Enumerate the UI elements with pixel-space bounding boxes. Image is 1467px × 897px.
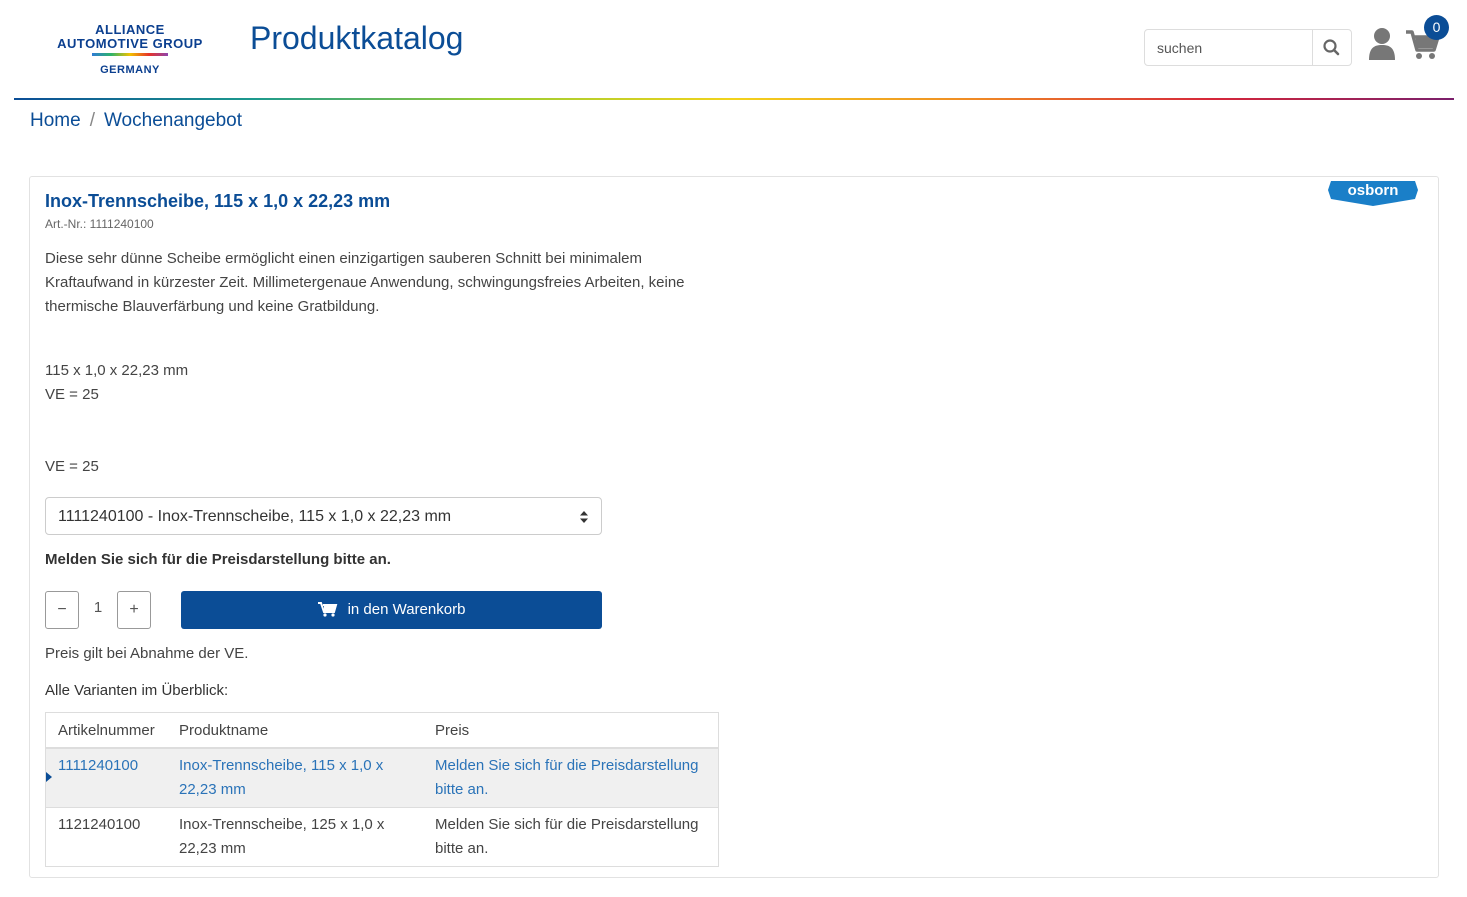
packaging-unit: VE = 25: [45, 386, 99, 403]
product-card: osborn Inox-Trennscheibe, 115 x 1,0 x 22…: [29, 176, 1439, 878]
table-cell-article-number-text: 1111240100: [58, 757, 139, 774]
header: ALLIANCE AUTOMOTIVE GROUP GERMANY Produk…: [0, 0, 1467, 100]
breadcrumb-home[interactable]: Home: [30, 110, 81, 131]
quantity-decrease-button[interactable]: −: [45, 591, 79, 629]
variants-heading: Alle Varianten im Überblick:: [45, 682, 229, 699]
table-cell-product-name: Inox-Trennscheibe, 125 x 1,0 x 22,23 mm: [167, 807, 423, 867]
table-row[interactable]: 1121240100 Inox-Trennscheibe, 125 x 1,0 …: [45, 807, 719, 867]
table-cell-price: Melden Sie sich für die Preisdarstellung…: [423, 747, 719, 808]
search-icon: [1323, 39, 1340, 56]
header-divider: [14, 98, 1454, 100]
logo-rainbow-bar: [92, 53, 168, 56]
search-button[interactable]: [1313, 30, 1351, 65]
price-note: Preis gilt bei Abnahme der VE.: [45, 645, 249, 662]
add-to-cart-label: in den Warenkorb: [347, 601, 466, 618]
alliance-logo[interactable]: ALLIANCE AUTOMOTIVE GROUP GERMANY: [28, 22, 232, 78]
column-header-product-name[interactable]: Produktname: [167, 712, 423, 749]
table-header-row: Artikelnummer Produktname Preis: [45, 712, 719, 749]
login-price-note: Melden Sie sich für die Preisdarstellung…: [45, 551, 391, 568]
product-description: Diese sehr dünne Scheibe ermöglicht eine…: [45, 250, 685, 315]
quantity-input[interactable]: 1: [79, 591, 117, 629]
column-header-article-number[interactable]: Artikelnummer: [45, 712, 167, 749]
logo-line-1: ALLIANCE: [95, 22, 165, 37]
table-cell-article-number: 1121240100: [45, 807, 167, 867]
user-icon: [1369, 28, 1395, 60]
breadcrumb: Home / Wochenangebot: [30, 110, 242, 132]
table-row[interactable]: 1111240100 Inox-Trennscheibe, 115 x 1,0 …: [45, 747, 719, 808]
article-number: Art.-Nr.: 1111240100: [45, 217, 154, 231]
cart-icon: [317, 601, 337, 617]
user-account-button[interactable]: [1366, 26, 1398, 62]
variants-table: Artikelnummer Produktname Preis 11112401…: [45, 712, 719, 867]
logo-line-3: GERMANY: [100, 64, 160, 76]
search-box: [1144, 29, 1352, 66]
variant-select-value: 1111240100 - Inox-Trennscheibe, 115 x 1,…: [58, 508, 452, 525]
search-input[interactable]: [1145, 30, 1313, 65]
page-title[interactable]: Produktkatalog: [250, 20, 463, 57]
table-cell-price: Melden Sie sich für die Preisdarstellung…: [423, 807, 719, 867]
table-cell-article-number: 1111240100: [45, 747, 167, 808]
variant-select[interactable]: 1111240100 - Inox-Trennscheibe, 115 x 1,…: [45, 497, 602, 535]
logo-line-2: AUTOMOTIVE GROUP: [57, 36, 203, 51]
table-cell-product-name: Inox-Trennscheibe, 115 x 1,0 x 22,23 mm: [167, 747, 423, 808]
breadcrumb-separator: /: [89, 110, 95, 131]
add-to-cart-button[interactable]: in den Warenkorb: [181, 591, 602, 629]
product-dimensions: 115 x 1,0 x 22,23 mm: [45, 362, 189, 379]
packaging-unit-2: VE = 25: [45, 458, 99, 475]
quantity-increase-button[interactable]: +: [117, 591, 151, 629]
selected-row-marker-icon: [46, 772, 52, 782]
column-header-price[interactable]: Preis: [423, 712, 719, 749]
product-title: Inox-Trennscheibe, 115 x 1,0 x 22,23 mm: [45, 191, 391, 211]
cart-count-badge: 0: [1424, 15, 1449, 40]
brand-name: osborn: [1348, 182, 1399, 199]
breadcrumb-current[interactable]: Wochenangebot: [104, 110, 242, 131]
osborn-brand-logo: osborn: [1327, 179, 1419, 207]
chevron-updown-icon: [580, 511, 588, 523]
quantity-stepper: − 1 +: [45, 591, 151, 629]
